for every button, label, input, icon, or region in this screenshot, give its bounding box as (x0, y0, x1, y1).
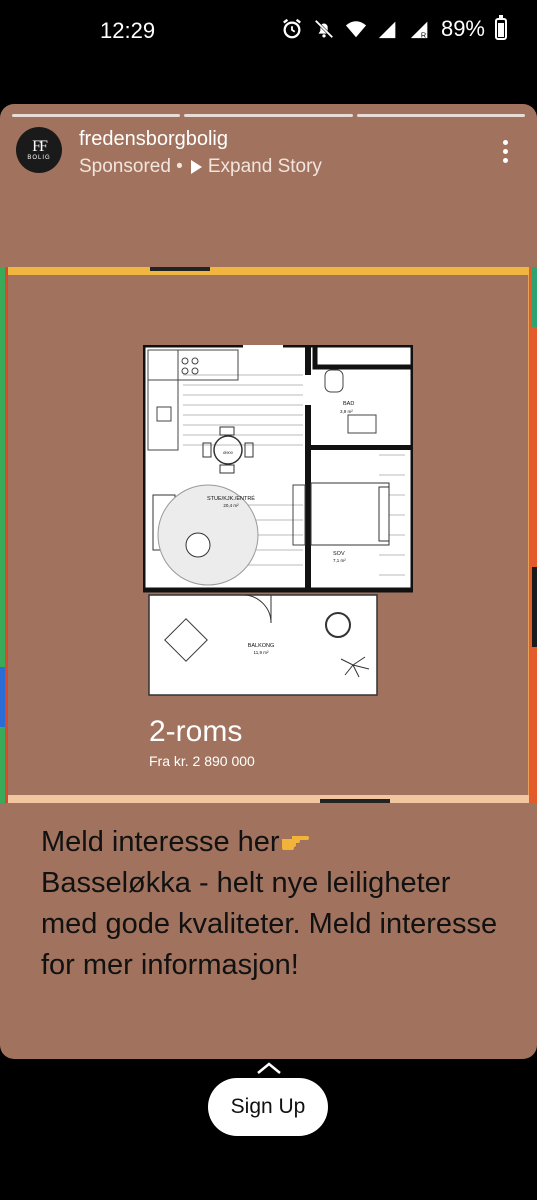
svg-text:STUE/KJK./ENTRÉ: STUE/KJK./ENTRÉ (207, 495, 255, 502)
avatar-logo: FF (32, 138, 48, 155)
ad-image[interactable]: Ø900 BAD 3,9 m² STUE/KJK./ENTRÉ 20,4 m² (0, 267, 537, 803)
pointing-right-icon (281, 836, 309, 850)
caption-headline: Meld interesse her (41, 826, 280, 858)
ad-panel: Ø900 BAD 3,9 m² STUE/KJK./ENTRÉ 20,4 m² (8, 275, 528, 795)
expand-story-link[interactable]: Expand Story (208, 156, 322, 178)
signal-roaming-icon: R (410, 21, 428, 39)
more-options-icon[interactable] (503, 140, 509, 167)
wifi-icon (345, 21, 367, 38)
ad-price: Fra kr. 2 890 000 (149, 753, 255, 769)
story-card[interactable]: FF BOLIG fredensborgbolig Sponsored • Ex… (0, 104, 537, 1059)
sponsored-label: Sponsored • (79, 156, 183, 177)
avatar-logo-subtext: BOLIG (27, 155, 51, 161)
svg-text:11,9 m²: 11,9 m² (254, 650, 269, 655)
svg-text:R: R (421, 30, 426, 39)
alarm-icon (283, 18, 301, 39)
progress-segment (184, 114, 353, 117)
svg-text:SOV: SOV (333, 551, 345, 557)
svg-text:Ø900: Ø900 (223, 450, 234, 455)
play-icon (190, 160, 202, 174)
sign-up-button[interactable]: Sign Up (208, 1078, 328, 1136)
ad-rooms-title: 2-roms (149, 715, 243, 748)
svg-text:20,4 m²: 20,4 m² (223, 503, 239, 508)
signal-icon (378, 21, 396, 39)
progress-segment (12, 114, 181, 117)
status-bar: 12:29 R 89% (0, 0, 537, 64)
svg-text:BALKONG: BALKONG (248, 643, 275, 649)
account-avatar[interactable]: FF BOLIG (16, 127, 62, 173)
account-handle[interactable]: fredensborgbolig (79, 128, 228, 151)
floor-plan-image: Ø900 BAD 3,9 m² STUE/KJK./ENTRÉ 20,4 m² (143, 345, 413, 696)
battery-percent: 89% (440, 16, 485, 41)
chevron-up-icon[interactable] (256, 1062, 282, 1074)
svg-text:BAD: BAD (343, 401, 354, 407)
story-progress (12, 114, 525, 117)
clock: 12:29 (100, 18, 156, 43)
svg-text:7,1 m²: 7,1 m² (333, 558, 346, 563)
story-caption: Meld interesse her Basseløkka - helt nye… (41, 822, 511, 986)
battery-icon (495, 15, 507, 40)
mute-icon (314, 19, 334, 39)
sponsored-row: Sponsored • Expand Story (79, 156, 322, 178)
progress-segment (356, 114, 525, 117)
status-icons: R 89% (281, 15, 507, 42)
caption-body: Basseløkka - helt nye leiligheter med go… (41, 867, 498, 981)
svg-text:3,9 m²: 3,9 m² (340, 409, 353, 414)
